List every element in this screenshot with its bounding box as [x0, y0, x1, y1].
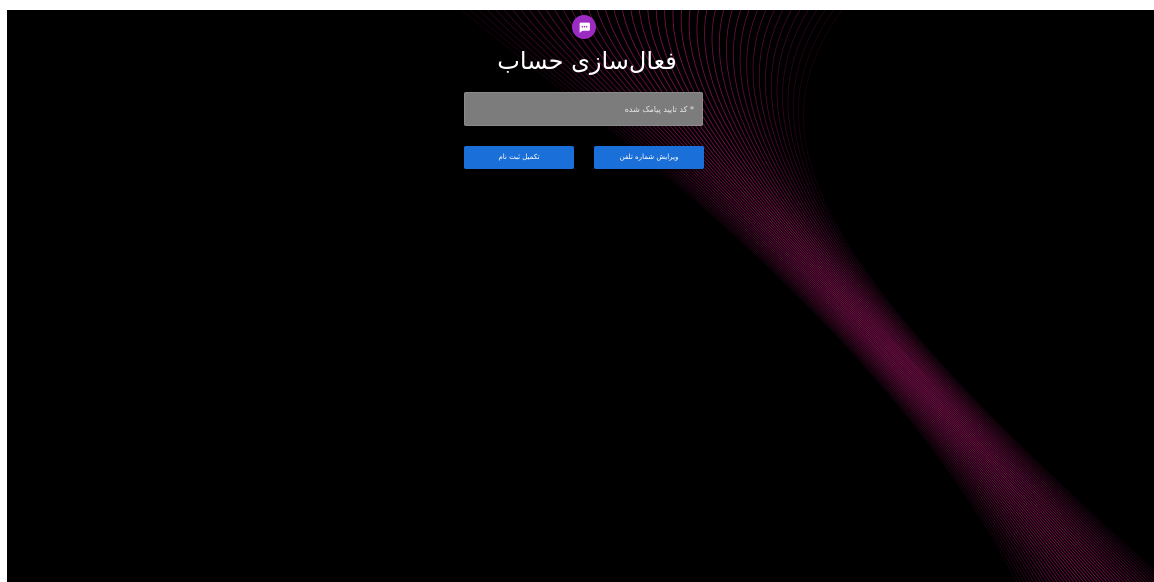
wave-line — [655, 10, 1094, 582]
wave-line — [792, 10, 1154, 577]
page-title: فعال‌سازی حساب — [497, 47, 677, 75]
wave-line — [718, 10, 1121, 582]
wave-line — [752, 10, 1138, 582]
activation-screen: فعال‌سازی حساب تکمیل ثبت نام ویرایش شمار… — [7, 10, 1154, 582]
chat-bubble-icon — [572, 15, 596, 39]
wave-line — [764, 10, 1144, 582]
wave-line — [725, 10, 1124, 582]
edit-phone-number-button[interactable]: ویرایش شماره تلفن — [594, 146, 704, 169]
complete-registration-button[interactable]: تکمیل ثبت نام — [464, 146, 574, 169]
verification-code-input[interactable] — [464, 92, 703, 126]
wave-line — [758, 10, 1141, 582]
